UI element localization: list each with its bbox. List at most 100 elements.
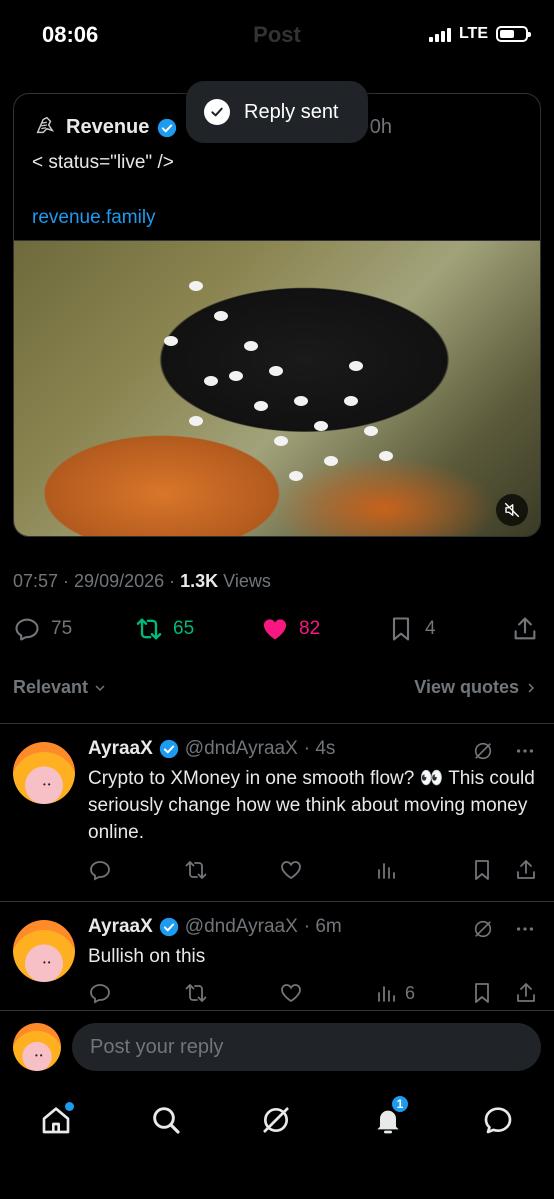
reply-text: Crypto to XMoney in one smooth flow? 👀 T… — [88, 768, 535, 843]
share-icon — [514, 617, 536, 640]
reply-time: · 6m — [303, 916, 342, 937]
zebra-logo-icon — [34, 114, 58, 141]
views-button[interactable]: 6 — [375, 981, 415, 1005]
bookmark-button[interactable] — [470, 858, 494, 882]
mute-toggle-button[interactable] — [496, 494, 528, 526]
bottom-tab-bar: 1 — [0, 1082, 554, 1199]
video-frame-butterfly — [14, 241, 540, 536]
analytics-icon — [378, 986, 395, 1002]
reply-button[interactable] — [88, 981, 112, 1005]
repost-button[interactable]: 65 — [135, 615, 194, 643]
home-unread-dot — [65, 1102, 74, 1111]
share-button[interactable] — [511, 615, 539, 643]
bookmark-icon — [475, 983, 489, 1003]
chevron-down-icon — [95, 684, 105, 691]
search-icon — [153, 1107, 180, 1134]
reply-header: AyraaX @dndAyraaX · 6m — [88, 916, 342, 938]
reply-views-count: 6 — [405, 982, 416, 1003]
repost-icon — [185, 984, 207, 1002]
muted-speaker-icon — [504, 502, 520, 518]
views-button[interactable] — [375, 858, 405, 882]
reply-item[interactable]: •• AyraaX @dndAyraaX · 4s Crypto to XMon… — [0, 724, 554, 900]
reply-handle: @dndAyraaX — [184, 738, 298, 759]
reply-text: Bullish on this — [88, 946, 206, 967]
reply-compose-bar: •• Post your reply — [0, 1010, 554, 1082]
check-circle-icon — [204, 99, 230, 125]
tab-grok[interactable] — [256, 1100, 296, 1140]
reply-header: AyraaX @dndAyraaX · 4s — [88, 738, 335, 760]
grok-icon[interactable] — [472, 918, 494, 940]
repost-button[interactable] — [184, 981, 208, 1005]
reply-input[interactable]: Post your reply — [72, 1023, 541, 1071]
reply-count: 75 — [51, 618, 73, 639]
like-button[interactable] — [279, 981, 303, 1005]
reply-header-actions — [472, 918, 536, 940]
reply-button[interactable]: 75 — [13, 615, 72, 643]
bookmark-button[interactable]: 4 — [387, 615, 436, 643]
verified-badge-icon — [159, 739, 178, 759]
bookmark-icon — [392, 617, 410, 641]
signal-icon — [428, 26, 451, 42]
network-label: LTE — [458, 25, 488, 42]
view-quotes-label: View quotes — [414, 677, 519, 697]
reply-sort-row: Relevant View quotes — [13, 677, 539, 698]
repost-icon — [185, 861, 207, 879]
grok-icon[interactable] — [472, 740, 494, 762]
tab-messages[interactable] — [478, 1100, 518, 1140]
quoted-post-card[interactable]: Revenue 0h < status="live" /> revenue.fa… — [13, 93, 541, 537]
bookmark-icon — [475, 860, 489, 880]
reply-icon — [90, 861, 110, 881]
reply-icon — [90, 984, 110, 1004]
verified-badge-icon — [159, 917, 178, 937]
avatar[interactable]: •• — [13, 742, 75, 804]
post-actions: 75 65 82 4 — [13, 615, 541, 647]
reply-icon — [15, 618, 39, 641]
tab-notifications[interactable]: 1 — [368, 1094, 410, 1140]
quoted-post-text: < status="live" /> — [32, 152, 174, 173]
message-icon — [484, 1107, 512, 1134]
grok-icon — [263, 1107, 289, 1133]
more-options-icon[interactable] — [514, 918, 536, 940]
quoted-post-time: 0h — [369, 116, 392, 138]
repost-button[interactable] — [184, 858, 208, 882]
reply-item[interactable]: •• AyraaX @dndAyraaX · 6m Bullish on thi… — [0, 902, 554, 1010]
quoted-post-header: Revenue — [34, 114, 177, 141]
share-button[interactable] — [514, 981, 538, 1005]
my-avatar[interactable]: •• — [13, 1023, 61, 1071]
more-options-icon[interactable] — [514, 740, 536, 762]
heart-filled-icon — [263, 619, 287, 640]
reply-handle: @dndAyraaX — [184, 916, 298, 937]
reply-header-actions — [472, 740, 536, 762]
reply-button[interactable] — [88, 858, 112, 882]
tab-search[interactable] — [146, 1100, 186, 1140]
bookmark-button[interactable] — [470, 981, 494, 1005]
quoted-post-link[interactable]: revenue.family — [32, 207, 156, 229]
like-count: 82 — [299, 618, 321, 639]
video-media[interactable] — [14, 240, 540, 536]
relevant-sort-dropdown[interactable]: Relevant — [13, 677, 108, 698]
tab-home[interactable] — [36, 1100, 76, 1140]
bookmark-count: 4 — [425, 618, 436, 639]
reply-sent-toast: Reply sent — [186, 81, 368, 143]
reply-time: · 4s — [303, 738, 336, 759]
heart-icon — [281, 984, 301, 1003]
repost-count: 65 — [173, 618, 195, 639]
verified-badge-icon — [157, 118, 177, 138]
chevron-right-icon — [528, 682, 535, 693]
view-quotes-link[interactable]: View quotes — [414, 677, 539, 698]
reply-author-name: AyraaX — [88, 738, 153, 759]
reply-actions: 6 — [88, 981, 538, 1007]
reply-author-name: AyraaX — [88, 916, 153, 937]
like-button[interactable] — [279, 858, 303, 882]
like-button[interactable]: 82 — [261, 615, 320, 643]
toast-text: Reply sent — [244, 100, 339, 123]
battery-icon — [496, 26, 531, 42]
quoted-author-name: Revenue — [66, 116, 150, 138]
analytics-icon — [378, 863, 395, 879]
post-timestamp: 07:57 · 29/09/2026 · — [13, 571, 181, 591]
views-count: 1.3K — [180, 571, 219, 591]
notifications-badge: 1 — [390, 1094, 410, 1114]
status-indicators: LTE — [428, 25, 531, 43]
share-button[interactable] — [514, 858, 538, 882]
avatar[interactable]: •• — [13, 920, 75, 982]
